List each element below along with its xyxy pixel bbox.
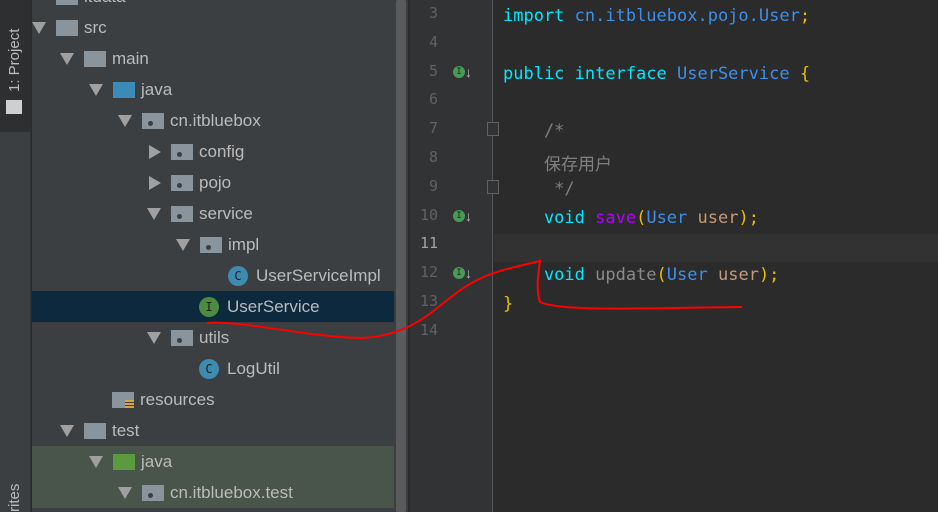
annotation-stroke — [206, 259, 743, 340]
red-annotation — [206, 259, 743, 340]
